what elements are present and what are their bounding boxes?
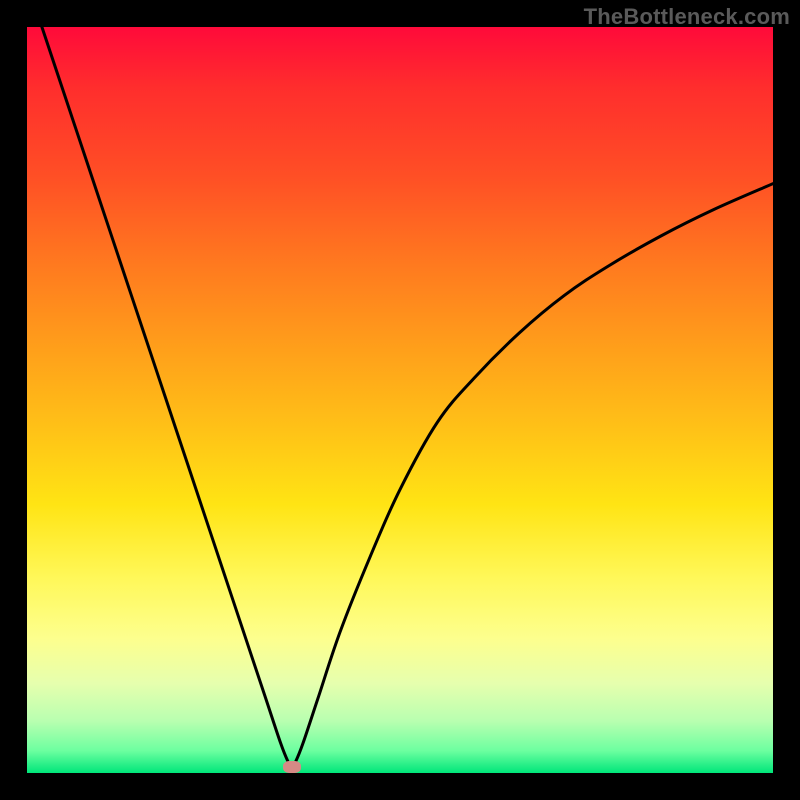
optimal-point-marker xyxy=(283,761,301,773)
watermark-text: TheBottleneck.com xyxy=(584,4,790,30)
bottleneck-curve xyxy=(27,27,773,773)
chart-frame: TheBottleneck.com xyxy=(0,0,800,800)
plot-area xyxy=(27,27,773,773)
